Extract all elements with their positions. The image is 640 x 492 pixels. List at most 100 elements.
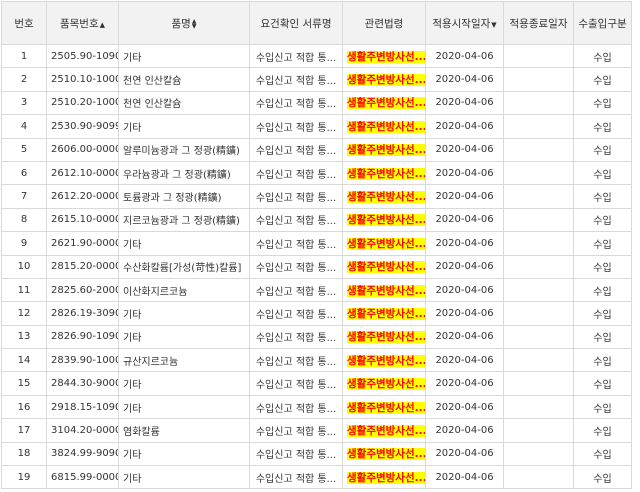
cell-law[interactable]: 생활주변방사선... — [342, 394, 426, 420]
table-row[interactable]: 4 2530.90-9099 기타 수입신고 적합 통... 생활주변방사선... 202… — [1, 114, 632, 139]
cell-law[interactable]: 생활주변방사선... — [342, 254, 426, 279]
table-row[interactable]: 9 2621.90-0000 기타 수입신고 적합 통... 생활주변방사선... 202… — [1, 231, 632, 256]
sort-both-icon: ▲ ▼ — [191, 17, 197, 30]
cell-law[interactable]: 생활주변방사선... — [342, 418, 426, 443]
cell-law[interactable]: 생활주변방사선... — [342, 137, 426, 162]
cell-code: 2839.90-1000 — [46, 348, 119, 373]
cell-start: 2020-04-06 — [425, 324, 504, 350]
cell-doc[interactable]: 수입신고 적합 통... — [249, 371, 343, 396]
cell-start: 2020-04-06 — [425, 160, 504, 186]
cell-law[interactable]: 생활주변방사선... — [342, 184, 426, 209]
cell-doc[interactable]: 수입신고 적합 통... — [249, 114, 343, 139]
law-highlight: 생활주변방사선... — [347, 237, 426, 250]
cell-law[interactable]: 생활주변방사선... — [342, 67, 426, 92]
cell-doc[interactable]: 수입신고 적합 통... — [249, 67, 343, 92]
cell-doc[interactable]: 수입신고 적합 통... — [249, 277, 343, 303]
cell-start: 2020-04-06 — [425, 371, 504, 396]
table-row[interactable]: 5 2606.00-0000 알루미늄광과 그 정광(精鑛) 수입신고 적합 통...… — [1, 137, 632, 162]
cell-doc[interactable]: 수입신고 적합 통... — [249, 231, 343, 256]
col-header-type: 수출입구분 — [573, 1, 632, 45]
cell-doc[interactable]: 수입신고 적합 통... — [249, 43, 343, 69]
cell-doc[interactable]: 수입신고 적합 통... — [249, 160, 343, 186]
law-highlight: 생활주변방사선... — [347, 120, 426, 133]
cell-law[interactable]: 생활주변방사선... — [342, 441, 426, 467]
table-body: 1 2505.90-1090 기타 수입신고 적합 통... 생활주변방사선... 202… — [1, 43, 632, 490]
cell-type: 수입 — [573, 43, 632, 69]
cell-code: 2510.20-1000 — [46, 90, 119, 116]
cell-law[interactable]: 생활주변방사선... — [342, 90, 426, 116]
cell-end — [503, 465, 574, 490]
table-row[interactable]: 19 6815.99-0000 기타 수입신고 적합 통... 생활주변방사선... 20… — [1, 465, 632, 490]
cell-law[interactable]: 생활주변방사선... — [342, 348, 426, 373]
table-row[interactable]: 2 2510.10-1000 천연 인산칼슘 수입신고 적합 통... 생활주변방사선.… — [1, 67, 632, 92]
table-row[interactable]: 11 2825.60-2000 이산화지르코늄 수입신고 적합 통... 생활주변방사선… — [1, 277, 632, 303]
cell-no: 16 — [1, 394, 47, 420]
cell-doc[interactable]: 수입신고 적합 통... — [249, 441, 343, 467]
col-header-name[interactable]: 품명▲ ▼ — [118, 1, 250, 45]
table-row[interactable]: 13 2826.90-1090 기타 수입신고 적합 통... 생활주변방사선... 20… — [1, 324, 632, 350]
cell-doc[interactable]: 수입신고 적합 통... — [249, 465, 343, 490]
cell-name: 기타 — [118, 43, 250, 69]
cell-law[interactable]: 생활주변방사선... — [342, 207, 426, 233]
table-row[interactable]: 1 2505.90-1090 기타 수입신고 적합 통... 생활주변방사선... 202… — [1, 43, 632, 69]
cell-no: 5 — [1, 137, 47, 162]
cell-code: 2615.10-0000 — [46, 207, 119, 233]
law-highlight: 생활주변방사선... — [347, 97, 426, 110]
cell-code: 2844.30-9000 — [46, 371, 119, 396]
table-row[interactable]: 17 3104.20-0000 염화칼륨 수입신고 적합 통... 생활주변방사선...… — [1, 418, 632, 443]
cell-name: 기타 — [118, 231, 250, 256]
cell-name: 기타 — [118, 301, 250, 326]
cell-law[interactable]: 생활주변방사선... — [342, 43, 426, 69]
cell-doc[interactable]: 수입신고 적합 통... — [249, 137, 343, 162]
cell-doc[interactable]: 수입신고 적합 통... — [249, 184, 343, 209]
cell-end — [503, 90, 574, 116]
cell-law[interactable]: 생활주변방사선... — [342, 371, 426, 396]
cell-law[interactable]: 생활주변방사선... — [342, 324, 426, 350]
cell-doc[interactable]: 수입신고 적합 통... — [249, 301, 343, 326]
cell-no: 12 — [1, 301, 47, 326]
table-row[interactable]: 14 2839.90-1000 규산지르코늄 수입신고 적합 통... 생활주변방사선.… — [1, 348, 632, 373]
cell-doc[interactable]: 수입신고 적합 통... — [249, 348, 343, 373]
cell-start: 2020-04-06 — [425, 418, 504, 443]
cell-doc[interactable]: 수입신고 적합 통... — [249, 394, 343, 420]
cell-no: 4 — [1, 114, 47, 139]
cell-start: 2020-04-06 — [425, 254, 504, 279]
cell-doc[interactable]: 수입신고 적합 통... — [249, 90, 343, 116]
cell-no: 14 — [1, 348, 47, 373]
cell-law[interactable]: 생활주변방사선... — [342, 277, 426, 303]
table-row[interactable]: 10 2815.20-0000 수산화칼륨[가성(苛性)칼륨] 수입신고 적합 통..… — [1, 254, 632, 279]
cell-law[interactable]: 생활주변방사선... — [342, 301, 426, 326]
cell-law[interactable]: 생활주변방사선... — [342, 160, 426, 186]
cell-type: 수입 — [573, 160, 632, 186]
cell-law[interactable]: 생활주변방사선... — [342, 231, 426, 256]
col-header-code[interactable]: 품목번호▲ — [46, 1, 119, 45]
table-row[interactable]: 7 2612.20-0000 토륨광과 그 정광(精鑛) 수입신고 적합 통... 생활… — [1, 184, 632, 209]
table-row[interactable]: 6 2612.10-0000 우라늄광과 그 정광(精鑛) 수입신고 적합 통... 생… — [1, 160, 632, 186]
table-row[interactable]: 8 2615.10-0000 지르코늄광과 그 정광(精鑛) 수입신고 적합 통...… — [1, 207, 632, 233]
cell-doc[interactable]: 수입신고 적합 통... — [249, 324, 343, 350]
col-header-start[interactable]: 적용시작일자▼ — [425, 1, 504, 45]
table-row[interactable]: 15 2844.30-9000 기타 수입신고 적합 통... 생활주변방사선... 20… — [1, 371, 632, 396]
col-header-doc: 요건확인 서류명 — [249, 1, 343, 45]
table-row[interactable]: 16 2918.15-1090 기타 수입신고 적합 통... 생활주변방사선... 20… — [1, 394, 632, 420]
table-row[interactable]: 3 2510.20-1000 천연 인산칼슘 수입신고 적합 통... 생활주변방사선.… — [1, 90, 632, 116]
cell-end — [503, 348, 574, 373]
cell-start: 2020-04-06 — [425, 90, 504, 116]
cell-start: 2020-04-06 — [425, 184, 504, 209]
cell-doc[interactable]: 수입신고 적합 통... — [249, 418, 343, 443]
cell-name: 기타 — [118, 441, 250, 467]
cell-doc[interactable]: 수입신고 적합 통... — [249, 254, 343, 279]
table-row[interactable]: 12 2826.19-3090 기타 수입신고 적합 통... 생활주변방사선... 20… — [1, 301, 632, 326]
law-highlight: 생활주변방사선... — [347, 261, 426, 274]
cell-code: 2612.10-0000 — [46, 160, 119, 186]
cell-name: 우라늄광과 그 정광(精鑛) — [118, 160, 250, 186]
cell-law[interactable]: 생활주변방사선... — [342, 465, 426, 490]
cell-law[interactable]: 생활주변방사선... — [342, 114, 426, 139]
cell-end — [503, 231, 574, 256]
cell-type: 수입 — [573, 418, 632, 443]
cell-code: 2505.90-1090 — [46, 43, 119, 69]
table-row[interactable]: 18 3824.99-9090 기타 수입신고 적합 통... 생활주변방사선... 20… — [1, 441, 632, 467]
law-highlight: 생활주변방사선... — [347, 191, 426, 204]
cell-type: 수입 — [573, 90, 632, 116]
cell-doc[interactable]: 수입신고 적합 통... — [249, 207, 343, 233]
